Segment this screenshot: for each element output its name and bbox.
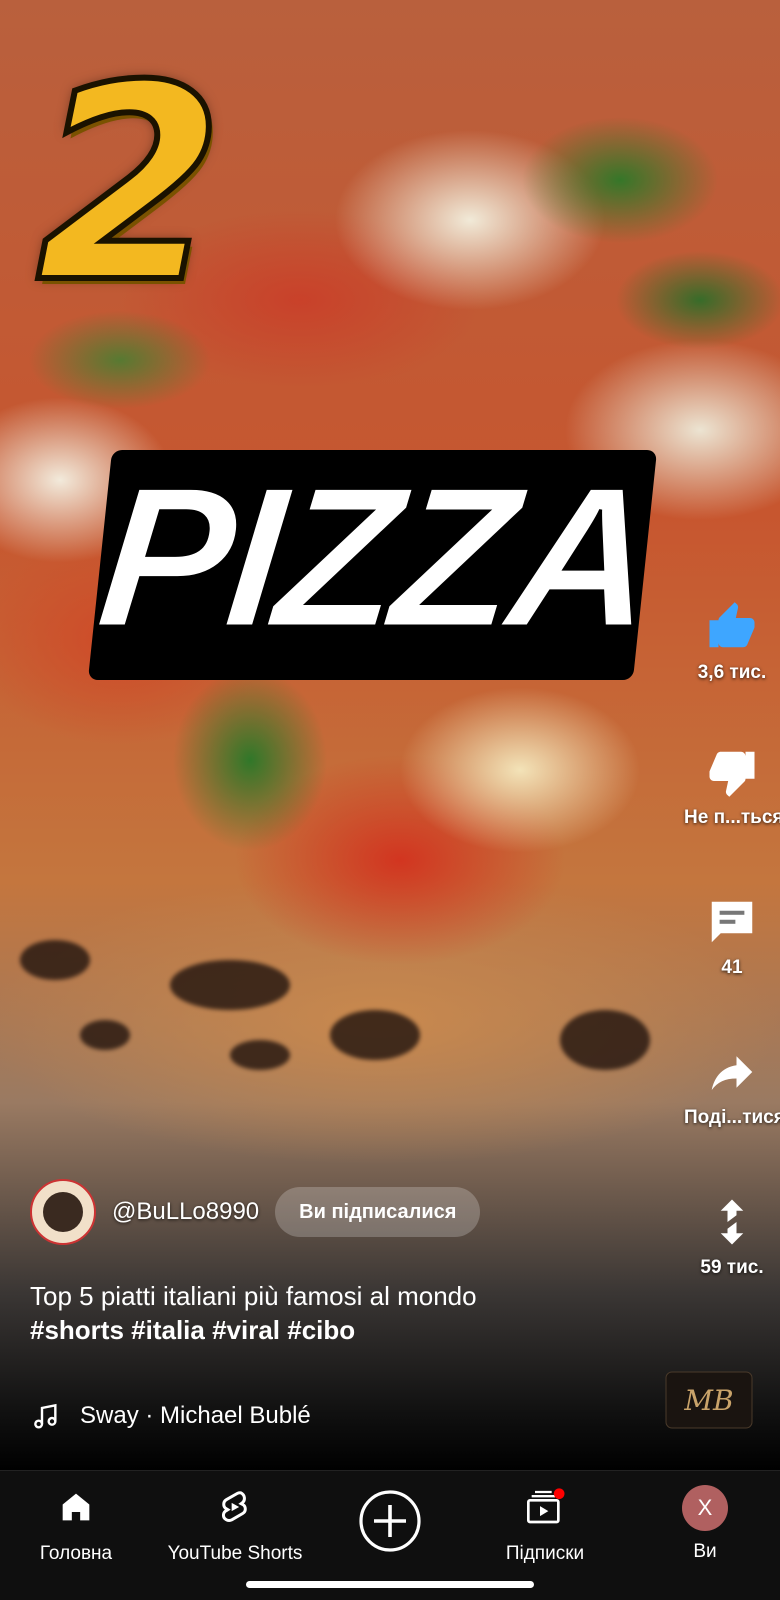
- video-title-text: Top 5 piatti italiani più famosi al mond…: [30, 1281, 477, 1311]
- channel-avatar[interactable]: [30, 1179, 96, 1245]
- crust-spot: [170, 960, 290, 1010]
- pizza-title-banner: PIZZA: [88, 445, 662, 680]
- nav-subscriptions-label: Підписки: [505, 1543, 585, 1564]
- share-icon: [711, 1056, 753, 1090]
- music-disc-text: MB: [683, 1384, 733, 1417]
- crust-spot: [230, 1040, 290, 1070]
- comment-icon: [711, 901, 753, 943]
- channel-handle[interactable]: @BuLLo8990: [112, 1198, 259, 1226]
- nav-shorts-label: YouTube Shorts: [167, 1543, 303, 1564]
- channel-row: @BuLLo8990 Ви підписалися: [30, 1179, 481, 1245]
- shorts-icon: [221, 1491, 247, 1522]
- short-video-frame[interactable]: 2 PIZZA: [0, 0, 780, 1470]
- music-disc-icon[interactable]: MB: [664, 1370, 754, 1430]
- like-button[interactable]: 3,6 тис.: [684, 600, 780, 684]
- crust-spot: [560, 1010, 650, 1070]
- like-count: 3,6 тис.: [697, 662, 767, 683]
- rank-number: 2: [33, 27, 227, 342]
- nav-you-label: Ви: [693, 1541, 717, 1562]
- home-indicator[interactable]: [246, 1581, 534, 1588]
- pizza-title-text: PIZZA: [88, 445, 662, 671]
- video-title[interactable]: Top 5 piatti italiani più famosi al mond…: [30, 1280, 650, 1348]
- music-track: Sway · Michael Bublé: [80, 1402, 311, 1429]
- create-plus-icon: [359, 1490, 421, 1552]
- nav-create[interactable]: [355, 1489, 425, 1559]
- dislike-label: Не п...ться: [684, 807, 780, 828]
- remix-button[interactable]: 59 тис.: [684, 1195, 780, 1279]
- thumb-down-icon: [709, 751, 755, 797]
- crust-spot: [20, 940, 90, 980]
- comments-count: 41: [721, 957, 743, 978]
- crust-spot: [330, 1010, 420, 1060]
- remix-icon: [720, 1199, 744, 1245]
- remix-count: 59 тис.: [700, 1257, 764, 1278]
- share-label: Поді...тися: [684, 1107, 780, 1128]
- crust-spot: [80, 1020, 130, 1050]
- user-avatar: X: [682, 1485, 728, 1531]
- dislike-button[interactable]: Не п...ться: [684, 745, 780, 829]
- nav-home[interactable]: Головна: [26, 1487, 126, 1565]
- nav-shorts[interactable]: YouTube Shorts: [160, 1487, 310, 1565]
- nav-you[interactable]: X Ви: [660, 1485, 750, 1563]
- channel-logo: [43, 1192, 83, 1232]
- music-row[interactable]: Sway · Michael Bublé: [30, 1400, 311, 1432]
- nav-home-label: Головна: [39, 1543, 113, 1564]
- home-icon: [62, 1493, 90, 1521]
- thumb-up-icon: [709, 602, 755, 648]
- music-note-icon: [34, 1403, 57, 1429]
- subscribed-button[interactable]: Ви підписалися: [275, 1187, 481, 1237]
- share-button[interactable]: Поді...тися: [684, 1045, 780, 1129]
- video-hashtags[interactable]: #shorts #italia #viral #cibo: [30, 1314, 650, 1348]
- nav-subscriptions[interactable]: Підписки: [490, 1487, 600, 1565]
- notification-dot: [553, 1488, 565, 1499]
- comments-button[interactable]: 41: [684, 895, 780, 979]
- subscriptions-icon: [527, 1488, 565, 1524]
